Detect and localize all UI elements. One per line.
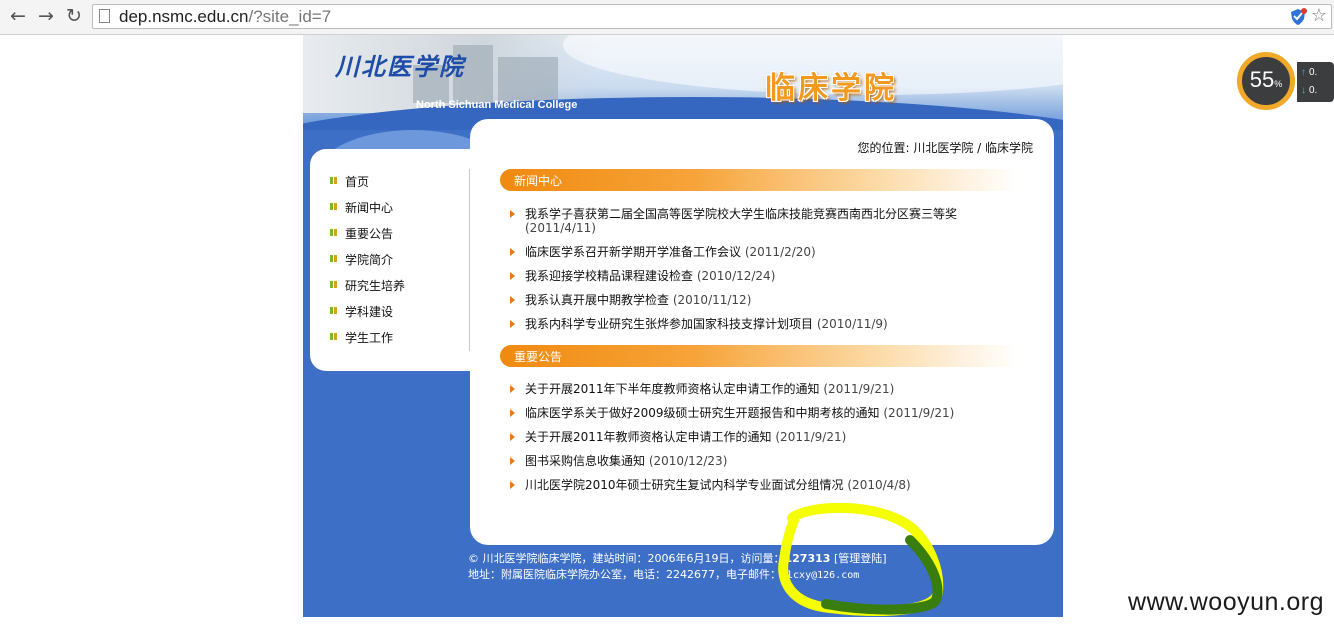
site-container: 川北医学院 North Sichuan Medical College 临床学院…: [303, 35, 1063, 617]
college-name-title: 临床学院: [765, 71, 897, 106]
nav-item-students[interactable]: 学生工作: [330, 328, 405, 354]
visit-count: 127313: [784, 552, 831, 565]
forward-arrow-icon[interactable]: →: [34, 4, 58, 28]
list-item[interactable]: 临床医学系关于做好2009级硕士研究生开题报告和中期考核的通知 (2011/9/…: [509, 406, 997, 420]
news-section-header: 新闻中心: [500, 169, 1016, 191]
arrow-bullet-icon: [510, 457, 515, 465]
list-item[interactable]: 图书采购信息收集通知 (2010/12/23): [509, 454, 997, 468]
bullet-icon: [330, 177, 337, 184]
list-item[interactable]: 我系内科学专业研究生张烨参加国家科技支撑计划项目 (2010/11/9): [509, 317, 997, 331]
notices-list: 关于开展2011年下半年度教师资格认定申请工作的通知 (2011/9/21) 临…: [509, 382, 997, 502]
arrow-bullet-icon: [510, 272, 515, 280]
list-item[interactable]: 关于开展2011年下半年度教师资格认定申请工作的通知 (2011/9/21): [509, 382, 997, 396]
arrow-bullet-icon: [510, 320, 515, 328]
nav-item-notices[interactable]: 重要公告: [330, 224, 405, 250]
arrow-bullet-icon: [510, 210, 515, 218]
usage-gauge: 55%: [1237, 52, 1295, 110]
site-footer: © 川北医学院临床学院，建站时间：2006年6月19日，访问量：127313 […: [468, 551, 887, 584]
bullet-icon: [330, 281, 337, 288]
speed-readout: ↑ 0. ↓ 0.: [1297, 62, 1334, 102]
nav-item-disciplines[interactable]: 学科建设: [330, 302, 405, 328]
list-item[interactable]: 关于开展2011年教师资格认定申请工作的通知 (2011/9/21): [509, 430, 997, 444]
network-speed-widget[interactable]: 55% ↑ 0. ↓ 0.: [1237, 52, 1334, 112]
bullet-icon: [330, 229, 337, 236]
nav-item-about[interactable]: 学院简介: [330, 250, 405, 276]
email-text: flcxy@126.com: [781, 570, 860, 581]
site-logo-english: North Sichuan Medical College: [416, 99, 578, 111]
bookmark-star-icon[interactable]: ☆: [1311, 5, 1327, 26]
arrow-bullet-icon: [510, 296, 515, 304]
admin-login-link[interactable]: [管理登陆]: [834, 552, 887, 565]
breadcrumb: 您的位置: 川北医学院 / 临床学院: [857, 141, 1033, 155]
watermark-text: www.wooyun.org: [1128, 588, 1324, 616]
download-arrow-icon: ↓: [1301, 85, 1306, 96]
list-item[interactable]: 川北医学院2010年硕士研究生复试内科学专业面试分组情况 (2010/4/8): [509, 478, 997, 492]
shield-extension-icon[interactable]: [1289, 8, 1307, 26]
nav-item-home[interactable]: 首页: [330, 172, 405, 198]
browser-toolbar: ← → ↻ dep.nsmc.edu.cn/?site_id=7 ☆: [0, 0, 1334, 35]
arrow-bullet-icon: [510, 481, 515, 489]
address-text: 地址：附属医院临床学院办公室，电话：2242677，电子邮件：: [468, 568, 781, 581]
sidebar-nav: 首页 新闻中心 重要公告 学院简介 研究生培养 学科建设 学生工作: [330, 172, 405, 354]
back-arrow-icon[interactable]: ←: [6, 4, 30, 28]
arrow-bullet-icon: [510, 409, 515, 417]
arrow-bullet-icon: [510, 433, 515, 441]
address-bar[interactable]: dep.nsmc.edu.cn/?site_id=7 ☆: [92, 4, 1332, 29]
list-item[interactable]: 临床医学系召开新学期开学准备工作会议 (2011/2/20): [509, 245, 997, 259]
copyright-text: © 川北医学院临床学院，建站时间：2006年6月19日，访问量：: [468, 552, 785, 565]
arrow-bullet-icon: [510, 385, 515, 393]
upload-arrow-icon: ↑: [1301, 67, 1306, 78]
bullet-icon: [330, 307, 337, 314]
reload-icon[interactable]: ↻: [62, 4, 86, 28]
site-logo[interactable]: 川北医学院: [335, 47, 465, 82]
news-list: 我系学子喜获第二届全国高等医学院校大学生临床技能竞赛西南西北分区赛三等奖 (20…: [509, 207, 997, 341]
bullet-icon: [330, 255, 337, 262]
bullet-icon: [330, 203, 337, 210]
notices-section-header: 重要公告: [500, 345, 1016, 367]
sidebar-divider: [469, 169, 470, 351]
list-item[interactable]: 我系学子喜获第二届全国高等医学院校大学生临床技能竞赛西南西北分区赛三等奖 (20…: [509, 207, 997, 235]
site-banner: 川北医学院 North Sichuan Medical College 临床学院: [303, 35, 1063, 130]
page-icon: [99, 9, 110, 23]
arrow-bullet-icon: [510, 248, 515, 256]
url-text[interactable]: dep.nsmc.edu.cn/?site_id=7: [119, 7, 331, 27]
nav-item-graduate[interactable]: 研究生培养: [330, 276, 405, 302]
nav-item-news[interactable]: 新闻中心: [330, 198, 405, 224]
list-item[interactable]: 我系认真开展中期教学检查 (2010/11/12): [509, 293, 997, 307]
list-item[interactable]: 我系迎接学校精品课程建设检查 (2010/12/24): [509, 269, 997, 283]
bullet-icon: [330, 333, 337, 340]
